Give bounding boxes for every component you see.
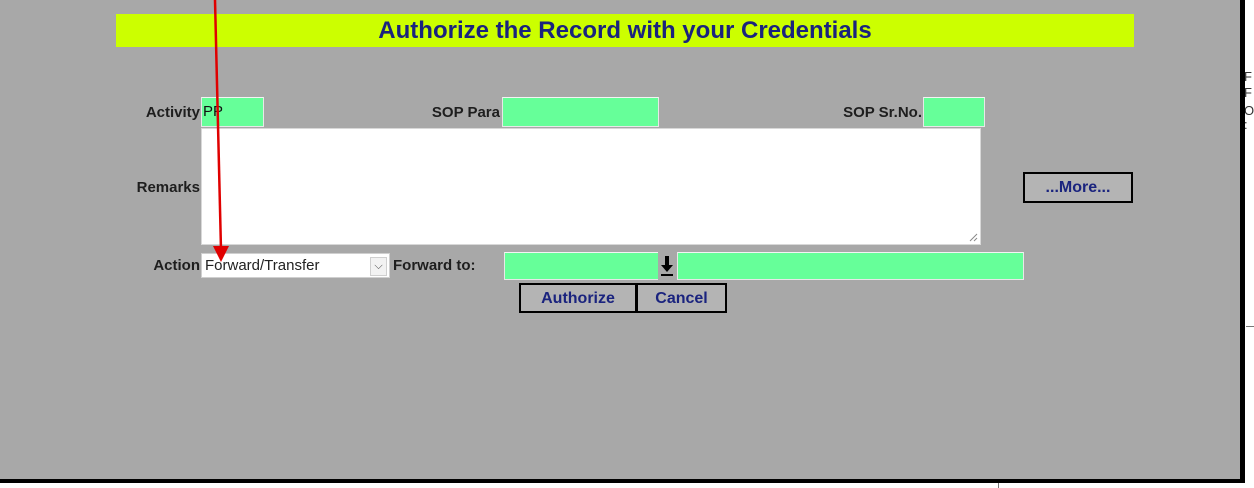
forward-to-name-input[interactable]	[677, 252, 1024, 280]
background-divider	[1246, 326, 1254, 327]
activity-input[interactable]: PP	[201, 97, 264, 127]
remarks-textarea[interactable]	[201, 128, 981, 245]
cancel-button[interactable]: Cancel	[636, 283, 727, 313]
forward-to-label: Forward to:	[393, 257, 476, 274]
authorize-dialog: Authorize the Record with your Credentia…	[0, 0, 1245, 483]
action-select[interactable]: Forward/Transfer ⌵	[201, 253, 390, 278]
remarks-label: Remarks	[136, 179, 200, 196]
dialog-title: Authorize the Record with your Credentia…	[116, 14, 1134, 47]
activity-label: Activity	[145, 104, 200, 121]
sop-srno-input[interactable]	[923, 97, 985, 127]
sop-srno-label: SOP Sr.No.	[843, 104, 922, 121]
action-label: Action	[153, 257, 200, 274]
authorize-button[interactable]: Authorize	[519, 283, 637, 313]
action-selected-value: Forward/Transfer	[205, 257, 320, 274]
sop-para-label: SOP Para	[431, 104, 500, 121]
more-button[interactable]: ...More...	[1023, 172, 1133, 203]
chevron-down-icon[interactable]: ⌵	[370, 257, 387, 276]
background-text-fragment: F	[1244, 85, 1252, 100]
background-text-fragment: F	[1244, 69, 1252, 84]
sop-para-input[interactable]	[502, 97, 659, 127]
forward-to-code-input[interactable]	[504, 252, 659, 280]
download-arrow-icon[interactable]	[658, 252, 676, 280]
background-text-fragment: O	[1244, 103, 1254, 118]
resize-grip-icon[interactable]	[969, 233, 978, 242]
